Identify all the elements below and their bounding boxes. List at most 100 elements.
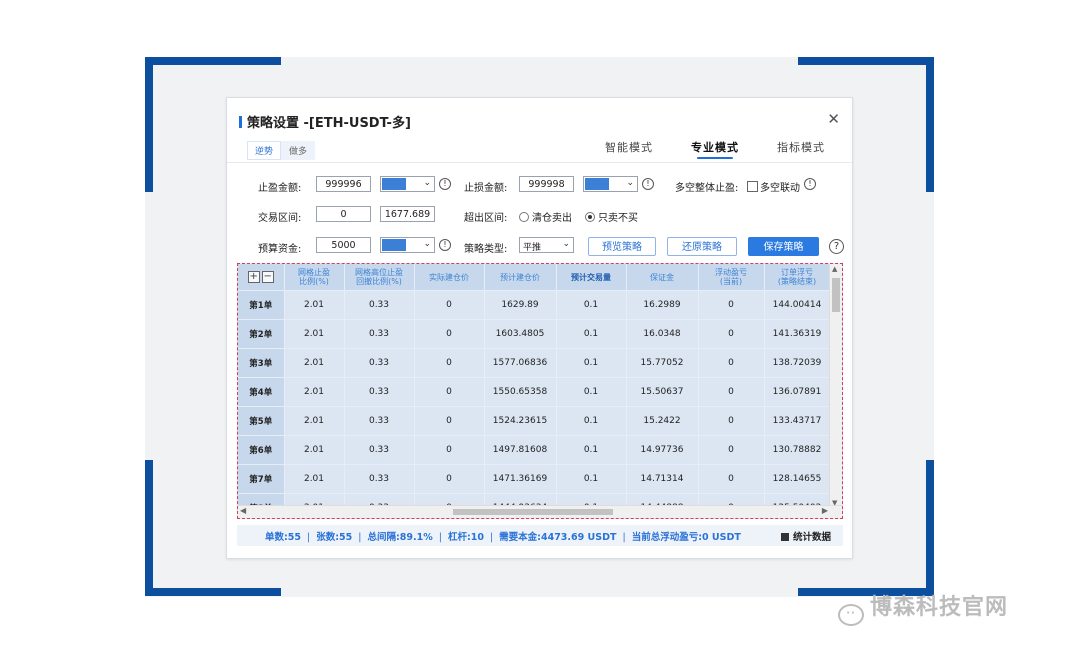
- row-label: 第4单: [238, 377, 285, 407]
- status-required-capital: 需要本金:4473.69 USDT: [499, 532, 617, 543]
- table-cell: 0.33: [344, 290, 415, 320]
- info-icon[interactable]: !: [804, 178, 816, 190]
- range-label: 交易区间:: [258, 213, 302, 224]
- table-row[interactable]: 第5单 2.01 0.33 0 1524.23615 0.1 15.2422 0 133.437…: [238, 406, 831, 436]
- take-profit-input[interactable]: 999996: [316, 176, 371, 192]
- tab-pro-mode[interactable]: 专业模式: [691, 139, 739, 159]
- range-low-input[interactable]: 0: [316, 206, 371, 222]
- table-cell: 15.2422: [626, 406, 699, 436]
- selected-unit: USDT: [382, 178, 406, 190]
- table-row[interactable]: 第1单 2.01 0.33 0 1629.89 0.1 16.2989 0 144.00414: [238, 290, 831, 320]
- table-cell: 2.01: [284, 435, 345, 465]
- row-label: 第7单: [238, 464, 285, 494]
- status-bar: 单数:55 | 张数:55 | 总间隔:89.1% | 杠杆:10 | 需要本金:4473.69…: [237, 525, 843, 546]
- chevron-down-icon: ⌄: [562, 239, 570, 249]
- checkbox-box[interactable]: [747, 181, 758, 192]
- table-cell: 0: [698, 319, 765, 349]
- col-header: 网格止盈 比例(%): [284, 264, 345, 291]
- info-icon[interactable]: !: [439, 178, 451, 190]
- out-range-label: 超出区间:: [464, 213, 508, 224]
- strategy-settings-dialog: 策略设置 -[ETH-USDT-多] ✕ 逆势 做多 智能模式 专业模式 指标模…: [226, 97, 853, 559]
- status-summary: 单数:55 | 张数:55 | 总间隔:89.1% | 杠杆:10 | 需要本金:4473.69…: [265, 532, 741, 543]
- budget-unit-select[interactable]: USDT ⌄: [380, 237, 435, 253]
- radio-sell-only[interactable]: 只卖不买: [585, 209, 638, 224]
- col-header: 网格高位止盈 回撤比例(%): [344, 264, 415, 291]
- radio-clear-sell[interactable]: 清仓卖出: [519, 209, 572, 224]
- table-cell: 0: [414, 377, 485, 407]
- table-cell: 14.97736: [626, 435, 699, 465]
- budget-input[interactable]: 5000: [316, 237, 371, 253]
- scroll-right-icon[interactable]: ▶: [822, 506, 828, 515]
- corner-bracket: [926, 57, 934, 192]
- horizontal-scrollbar[interactable]: ◀ ▶: [238, 505, 842, 518]
- range-high-input[interactable]: 1677.689: [380, 206, 435, 222]
- selected-unit: USDT: [382, 239, 406, 251]
- scroll-thumb[interactable]: [832, 278, 840, 312]
- corner-bracket: [145, 460, 153, 596]
- table-row[interactable]: 第3单 2.01 0.33 0 1577.06836 0.1 15.77052 0 138.72…: [238, 348, 831, 378]
- collapse-icon[interactable]: −: [261, 271, 274, 283]
- table-cell: 0.33: [344, 319, 415, 349]
- stats-toggle[interactable]: 统计数据: [780, 529, 831, 543]
- col-header: 预计建仓价: [484, 264, 557, 291]
- table-cell: 0: [414, 464, 485, 494]
- status-leverage: 杠杆:10: [447, 532, 484, 543]
- info-icon[interactable]: !: [642, 178, 654, 190]
- table-cell: 2.01: [284, 406, 345, 436]
- table-cell: 0: [414, 435, 485, 465]
- table-row[interactable]: 第7单 2.01 0.33 0 1471.36169 0.1 14.71314 0 128.14…: [238, 464, 831, 494]
- help-icon[interactable]: ?: [829, 239, 844, 254]
- table-cell: 0: [414, 319, 485, 349]
- corner-bracket: [798, 57, 934, 65]
- table-cell: 0.33: [344, 348, 415, 378]
- title-accent-bar: [239, 116, 242, 128]
- scroll-thumb[interactable]: [453, 509, 613, 515]
- table-body: 第1单 2.01 0.33 0 1629.89 0.1 16.2989 0 144.00414 第…: [238, 290, 831, 518]
- table-row[interactable]: 第2单 2.01 0.33 0 1603.4805 0.1 16.0348 0 141.3631…: [238, 319, 831, 349]
- tab-smart-mode[interactable]: 智能模式: [605, 139, 653, 155]
- preview-strategy-button[interactable]: 预览策略: [588, 237, 656, 256]
- checkbox-box[interactable]: [780, 533, 789, 541]
- take-profit-unit-select[interactable]: USDT ⌄: [380, 176, 435, 192]
- table-cell: 136.07891: [764, 377, 831, 407]
- stop-loss-input[interactable]: 999998: [519, 176, 574, 192]
- orders-table: + − 网格止盈 比例(%) 网格高位止盈 回撤比例(%) 实际建仓价 预计建仓价…: [238, 264, 831, 518]
- vertical-scrollbar[interactable]: ▲ ▼: [829, 264, 842, 508]
- scroll-up-icon[interactable]: ▲: [832, 265, 837, 273]
- table-cell: 0.33: [344, 464, 415, 494]
- row-label: 第1单: [238, 290, 285, 320]
- radio-button[interactable]: [519, 212, 529, 222]
- chevron-down-icon: ⌄: [423, 239, 431, 249]
- table-cell: 0.1: [556, 319, 627, 349]
- restore-strategy-button[interactable]: 还原策略: [667, 237, 737, 256]
- table-cell: 1629.89: [484, 290, 557, 320]
- table-cell: 14.71314: [626, 464, 699, 494]
- corner-bracket: [145, 588, 281, 596]
- stop-loss-unit-select[interactable]: USDT ⌄: [583, 176, 638, 192]
- col-header: 浮动盈亏 (当前): [698, 264, 765, 291]
- table-cell: 138.72039: [764, 348, 831, 378]
- table-row[interactable]: 第4单 2.01 0.33 0 1550.65358 0.1 15.50637 0 136.07…: [238, 377, 831, 407]
- expand-icon[interactable]: +: [247, 271, 260, 283]
- strategy-type-label: 策略类型:: [464, 244, 508, 255]
- info-icon[interactable]: !: [439, 239, 451, 251]
- table-cell: 0: [698, 290, 765, 320]
- row-label: 第3单: [238, 348, 285, 378]
- expand-collapse-header: + −: [238, 264, 285, 291]
- corner-bracket: [926, 460, 934, 596]
- close-icon[interactable]: ✕: [827, 110, 840, 128]
- radio-button[interactable]: [585, 212, 595, 222]
- save-strategy-button[interactable]: 保存策略: [748, 237, 819, 256]
- pill-counter-trend[interactable]: 逆势: [247, 141, 282, 160]
- table-cell: 16.0348: [626, 319, 699, 349]
- scroll-left-icon[interactable]: ◀: [240, 506, 246, 515]
- chevron-down-icon: ⌄: [626, 178, 634, 188]
- longshort-link-checkbox[interactable]: 多空联动: [747, 179, 800, 194]
- table-row[interactable]: 第6单 2.01 0.33 0 1497.81608 0.1 14.97736 0 130.78…: [238, 435, 831, 465]
- table-cell: 15.50637: [626, 377, 699, 407]
- corner-bracket: [145, 57, 281, 65]
- tab-indicator-mode[interactable]: 指标模式: [777, 139, 825, 155]
- strategy-type-select[interactable]: 平推 ⌄: [519, 237, 574, 253]
- longshort-take-profit-label: 多空整体止盈:: [675, 183, 739, 194]
- pill-long[interactable]: 做多: [281, 141, 316, 160]
